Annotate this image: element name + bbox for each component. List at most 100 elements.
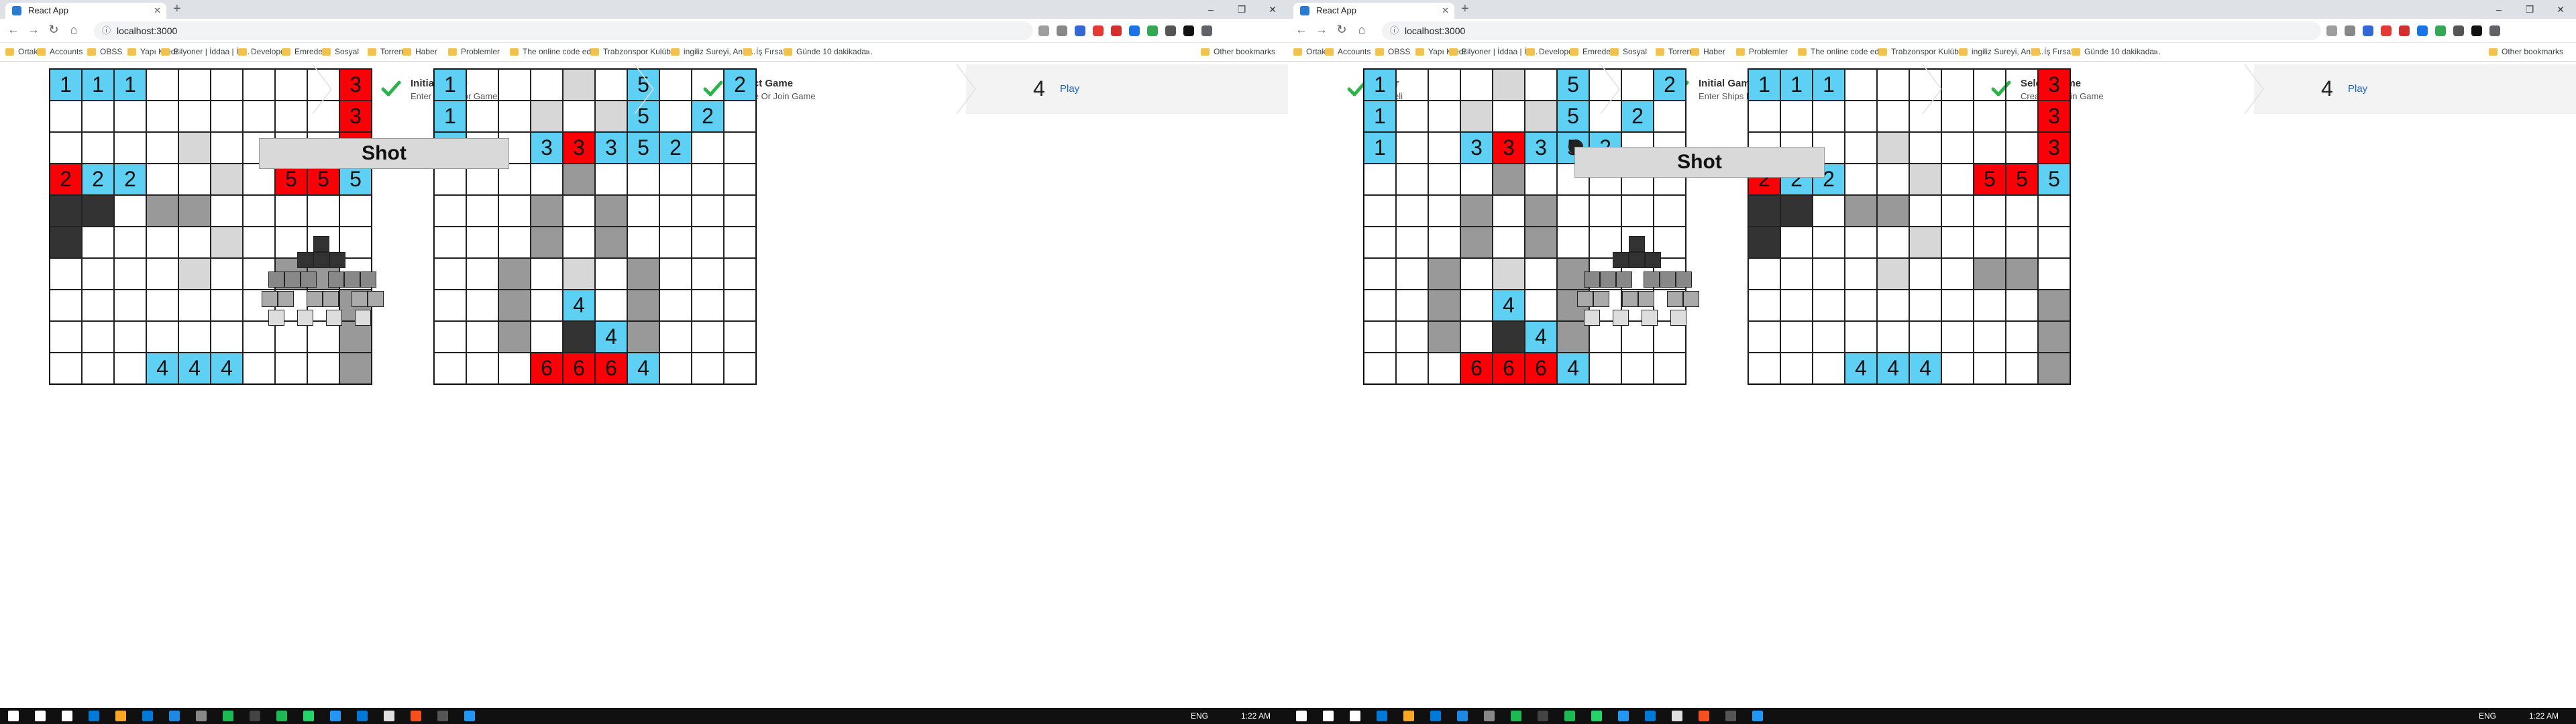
board-cell[interactable]	[1780, 353, 1813, 384]
taskbar-app-icon[interactable]	[437, 711, 448, 721]
board-cell[interactable]: 1	[1813, 69, 1845, 101]
board-cell[interactable]	[1845, 258, 1877, 290]
step-play[interactable]: 4 Play	[2254, 64, 2576, 114]
board-cell[interactable]	[211, 164, 243, 195]
board-cell[interactable]	[595, 101, 627, 132]
board-cell[interactable]	[1909, 227, 1941, 258]
board-cell[interactable]	[692, 195, 724, 227]
bookmark-item[interactable]: Other bookmarks	[2489, 47, 2563, 56]
bookmark-item[interactable]: Bilyoner | İddaa | İd...	[161, 47, 250, 56]
board-cell[interactable]	[1428, 258, 1460, 290]
board-cell[interactable]	[1877, 290, 1909, 321]
board-cell[interactable]: 1	[1364, 69, 1396, 101]
board-cell[interactable]	[1396, 132, 1428, 164]
board-cell[interactable]	[1396, 258, 1428, 290]
extension-icon[interactable]	[2417, 25, 2428, 36]
opponent-board[interactable]: 152152133352446664	[433, 68, 757, 385]
board-cell[interactable]	[211, 195, 243, 227]
board-cell[interactable]	[178, 195, 211, 227]
fleet-submarine-block[interactable]	[326, 310, 342, 326]
close-window-icon[interactable]: ✕	[2545, 0, 2576, 19]
board-cell[interactable]	[466, 195, 498, 227]
board-cell[interactable]	[531, 290, 563, 321]
bookmark-item[interactable]: Emreden	[1570, 47, 1615, 56]
board-cell[interactable]	[1621, 69, 1654, 101]
board-cell[interactable]	[466, 101, 498, 132]
board-cell[interactable]	[243, 353, 275, 384]
board-cell[interactable]	[627, 164, 659, 195]
board-cell[interactable]	[307, 321, 339, 353]
board-cell[interactable]	[1974, 101, 2006, 132]
board-cell[interactable]: 4	[1493, 290, 1525, 321]
board-cell[interactable]	[531, 258, 563, 290]
taskbar-app-icon[interactable]	[1564, 711, 1575, 721]
board-cell[interactable]	[2006, 290, 2038, 321]
board-cell[interactable]	[659, 353, 692, 384]
fleet-battleship-block[interactable]	[1584, 272, 1600, 288]
board-cell[interactable]	[1941, 69, 1974, 101]
board-cell[interactable]	[2038, 290, 2070, 321]
board-cell[interactable]: 1	[1364, 101, 1396, 132]
board-cell[interactable]	[1621, 353, 1654, 384]
board-cell[interactable]	[692, 227, 724, 258]
board-cell[interactable]	[595, 258, 627, 290]
address-bar[interactable]: ⓘ localhost:3000	[94, 21, 1033, 40]
info-icon[interactable]: ⓘ	[1390, 21, 1399, 40]
board-cell[interactable]	[2038, 258, 2070, 290]
fleet-battleship-block[interactable]	[1660, 272, 1676, 288]
board-cell[interactable]	[692, 290, 724, 321]
board-cell[interactable]	[1428, 353, 1460, 384]
board-cell[interactable]	[50, 101, 82, 132]
board-cell[interactable]	[211, 258, 243, 290]
board-cell[interactable]: 5	[627, 132, 659, 164]
board-cell[interactable]	[1493, 321, 1525, 353]
board-cell[interactable]	[114, 321, 146, 353]
forward-icon[interactable]: →	[1313, 23, 1330, 37]
tab-close-icon[interactable]: ✕	[154, 3, 161, 19]
board-cell[interactable]	[1493, 195, 1525, 227]
board-cell[interactable]	[1364, 258, 1396, 290]
board-cell[interactable]	[50, 353, 82, 384]
start-icon[interactable]	[8, 711, 19, 721]
board-cell[interactable]	[659, 258, 692, 290]
board-cell[interactable]	[498, 353, 531, 384]
board-cell[interactable]: 3	[563, 132, 595, 164]
bookmark-item[interactable]: Accounts	[1325, 47, 1371, 56]
board-cell[interactable]	[498, 195, 531, 227]
board-cell[interactable]	[1877, 164, 1909, 195]
board-cell[interactable]	[434, 258, 466, 290]
taskbar-app-icon[interactable]	[1699, 711, 1709, 721]
board-cell[interactable]	[146, 69, 178, 101]
back-icon[interactable]: ←	[1293, 23, 1309, 37]
board-cell[interactable]: 6	[563, 353, 595, 384]
board-cell[interactable]	[1877, 69, 1909, 101]
board-cell[interactable]: 5	[2006, 164, 2038, 195]
board-cell[interactable]	[1396, 290, 1428, 321]
board-cell[interactable]	[595, 164, 627, 195]
board-cell[interactable]	[211, 69, 243, 101]
board-cell[interactable]	[2038, 195, 2070, 227]
extension-icon[interactable]	[2471, 25, 2482, 36]
board-cell[interactable]	[1780, 101, 1813, 132]
board-cell[interactable]	[2006, 258, 2038, 290]
board-cell[interactable]	[82, 321, 114, 353]
board-cell[interactable]	[211, 132, 243, 164]
board-cell[interactable]: 4	[178, 353, 211, 384]
board-cell[interactable]	[1974, 321, 2006, 353]
board-cell[interactable]	[1525, 69, 1557, 101]
board-cell[interactable]	[1654, 321, 1686, 353]
extension-icon[interactable]	[2363, 25, 2373, 36]
board-cell[interactable]	[1460, 258, 1493, 290]
bookmark-item[interactable]: Günde 10 dakikada...	[784, 47, 873, 56]
new-tab-button[interactable]: +	[1461, 1, 1469, 17]
board-cell[interactable]	[1780, 258, 1813, 290]
board-cell[interactable]	[724, 101, 756, 132]
board-cell[interactable]	[1974, 132, 2006, 164]
board-cell[interactable]	[563, 227, 595, 258]
fleet-battleship-block[interactable]	[1616, 272, 1632, 288]
board-cell[interactable]	[659, 290, 692, 321]
board-cell[interactable]	[627, 227, 659, 258]
board-cell[interactable]	[1654, 195, 1686, 227]
bookmark-item[interactable]: Sosyal	[322, 47, 359, 56]
board-cell[interactable]: 5	[2038, 164, 2070, 195]
